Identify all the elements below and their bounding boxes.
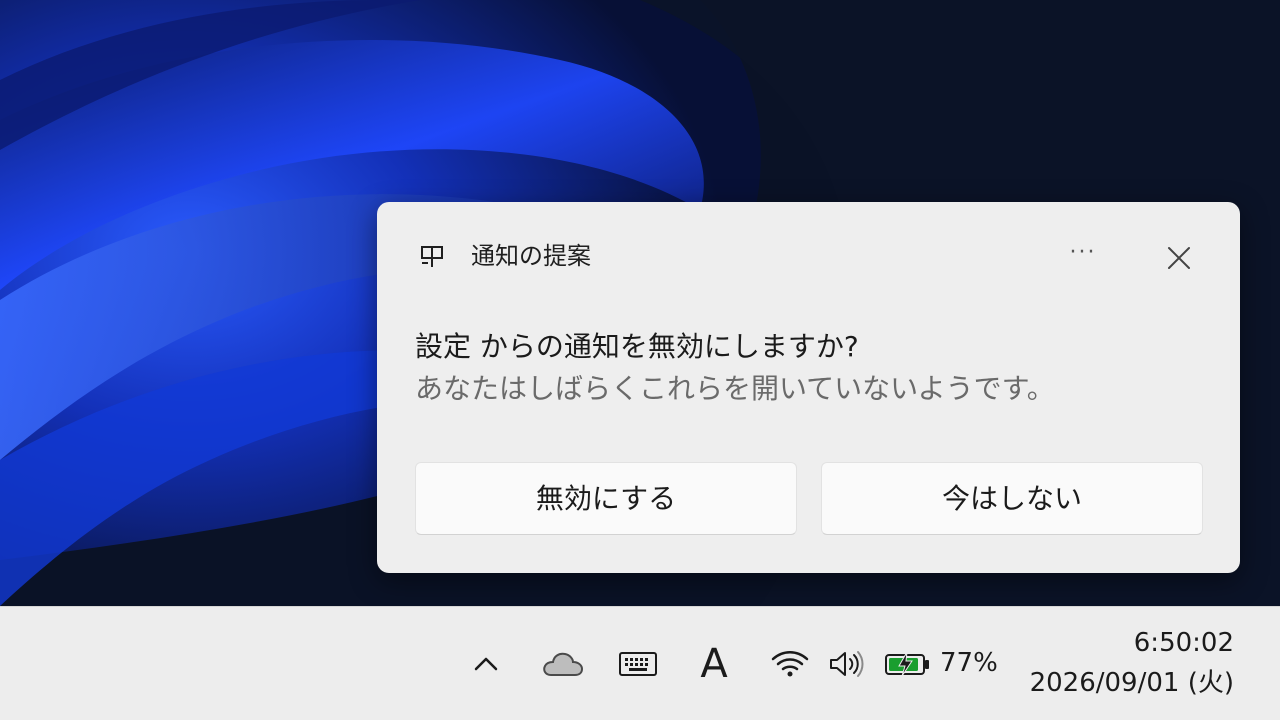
taskbar: A 77% 6:50:02 2026/09/01 (火) [0, 606, 1280, 720]
battery-button[interactable] [882, 607, 934, 720]
battery-percent: 77% [940, 648, 998, 678]
notification-toast: 通知の提案 ··· 設定 からの通知を無効にしますか? あなたはしばらくこれらを… [377, 202, 1240, 573]
onedrive-cloud-icon [543, 652, 584, 676]
touch-keyboard-icon [619, 651, 657, 676]
clock-date: 2026/09/01 (火) [1029, 668, 1234, 698]
volume-button[interactable] [824, 607, 868, 720]
toast-body: あなたはしばらくこれらを開いていないようです。 [415, 372, 1055, 405]
not-now-button[interactable]: 今はしない [821, 462, 1203, 535]
clock-time: 6:50:02 [1133, 628, 1234, 658]
onedrive-button[interactable] [538, 607, 588, 720]
ime-mode-button[interactable]: A [690, 607, 738, 720]
toast-app-name: 通知の提案 [471, 242, 591, 270]
chevron-up-icon [474, 657, 498, 670]
wifi-icon [771, 650, 809, 676]
battery-charging-icon [885, 651, 929, 676]
wifi-button[interactable] [766, 607, 814, 720]
volume-icon [830, 650, 864, 677]
more-options-icon[interactable]: ··· [1061, 238, 1105, 276]
clock[interactable]: 6:50:02 2026/09/01 (火) [1020, 623, 1234, 703]
desktop: 通知の提案 ··· 設定 からの通知を無効にしますか? あなたはしばらくこれらを… [0, 0, 1280, 606]
disable-notifications-button[interactable]: 無効にする [415, 462, 797, 535]
close-icon[interactable] [1157, 238, 1201, 278]
notification-suggestion-icon [421, 246, 443, 267]
toast-title: 設定 からの通知を無効にしますか? [415, 330, 859, 363]
touch-keyboard-button[interactable] [614, 607, 662, 720]
show-hidden-icons-button[interactable] [463, 607, 509, 720]
